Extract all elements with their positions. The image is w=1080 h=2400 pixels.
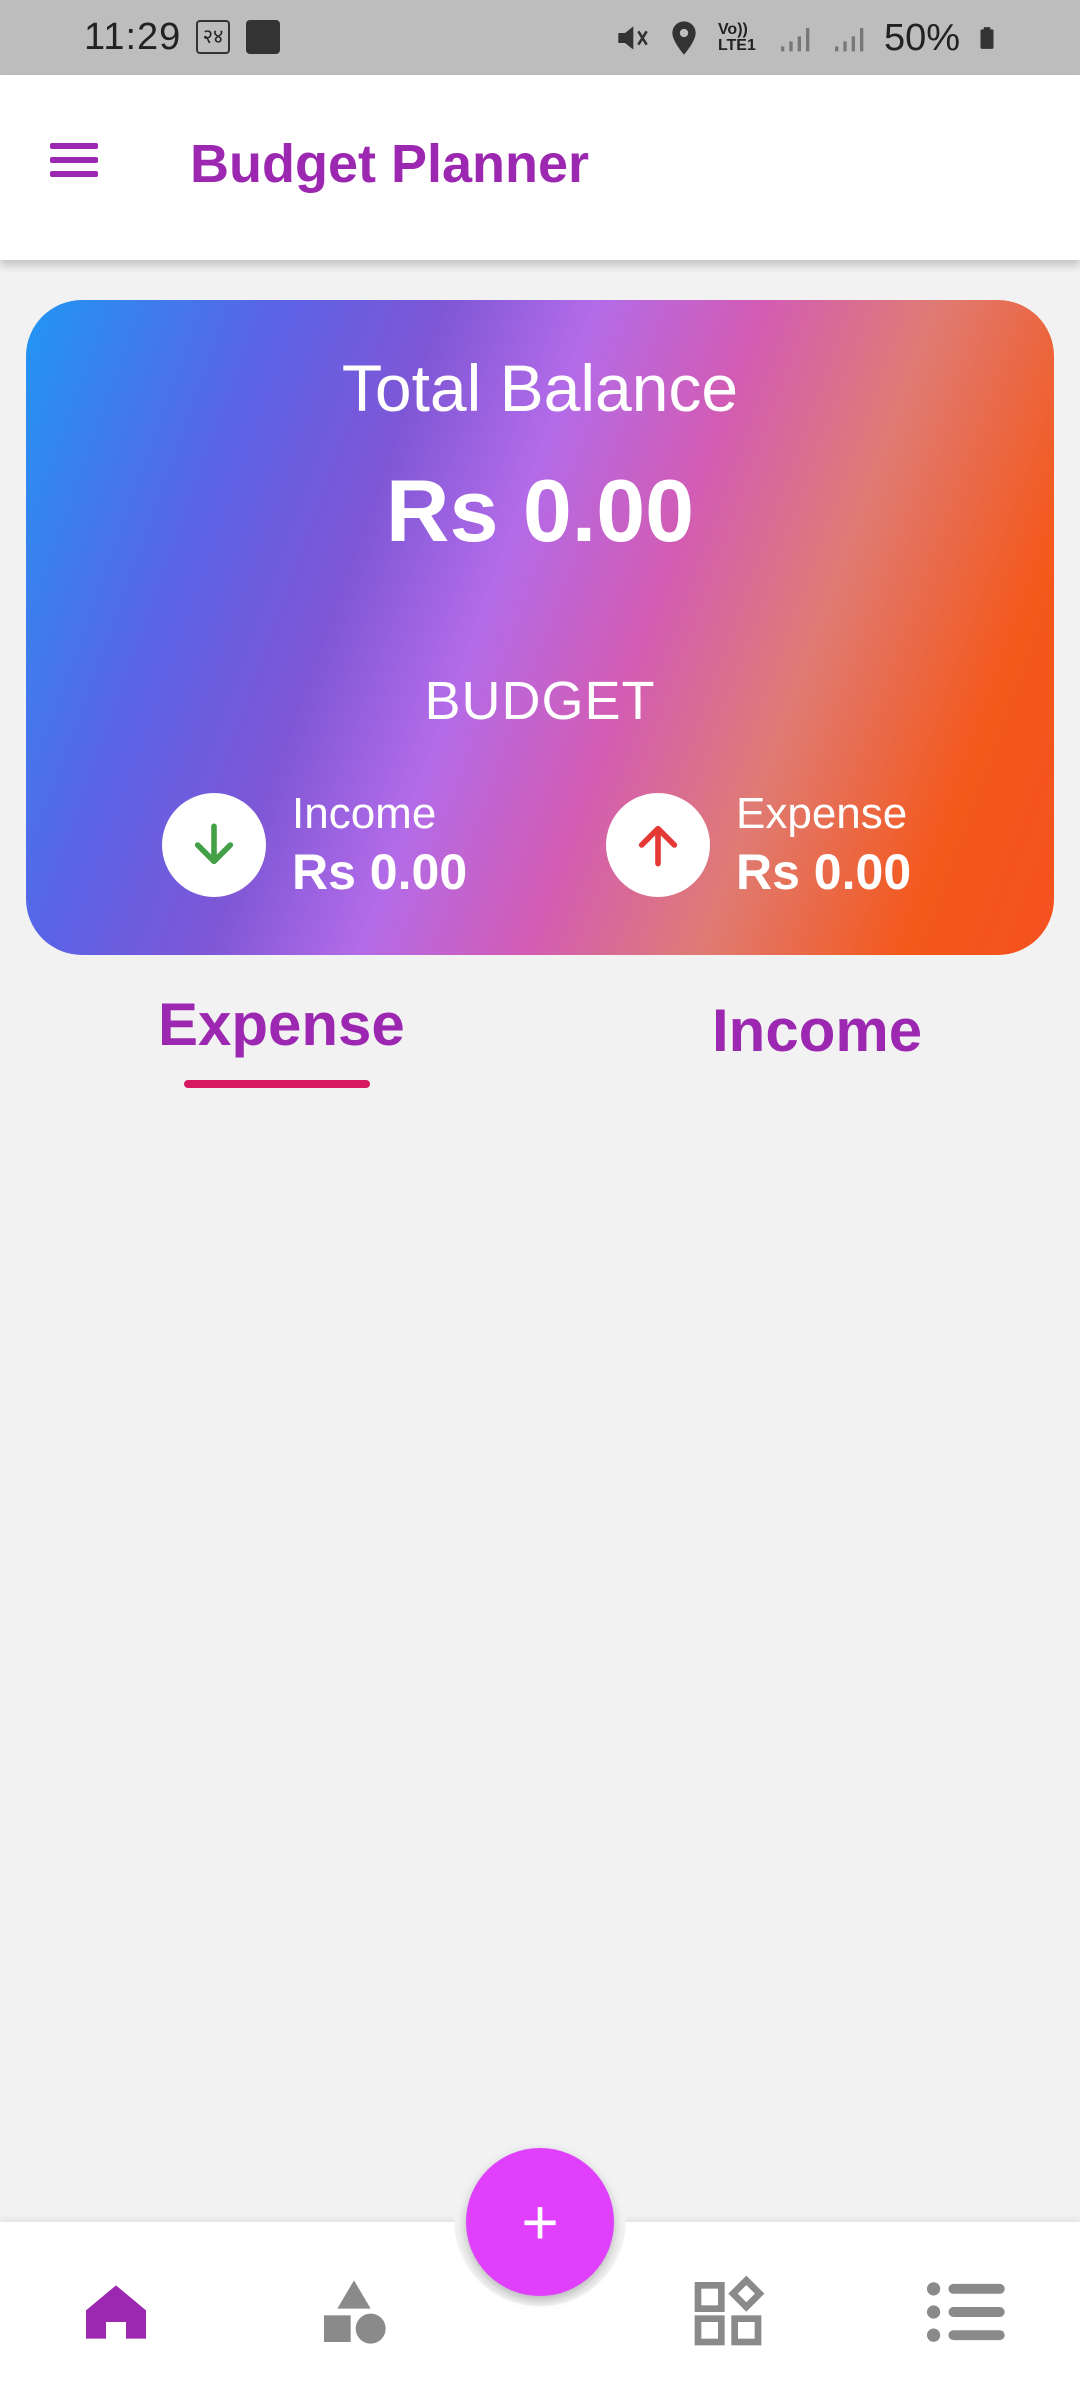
network-label: Vo)) LTE1 <box>717 21 756 54</box>
expense-summary: Expense Rs 0.00 <box>606 789 912 900</box>
mute-icon <box>618 26 648 50</box>
battery-percent: 50% <box>883 16 960 59</box>
budget-label: BUDGET <box>424 671 656 731</box>
tab-expense[interactable]: Expense <box>158 990 405 1059</box>
income-arrow-icon <box>162 793 266 897</box>
expense-arrow-icon <box>606 793 710 897</box>
expense-label: Expense <box>736 789 908 838</box>
signal-icon-2 <box>834 28 864 52</box>
carrier-badge: २४ <box>196 20 230 54</box>
tab-income[interactable]: Income <box>712 996 922 1065</box>
notification-icon <box>246 20 280 54</box>
signal-icon <box>780 28 810 52</box>
income-label: Income <box>292 789 437 838</box>
add-button[interactable]: + <box>466 2148 614 2296</box>
app-title: Budget Planner <box>190 134 590 194</box>
menu-icon[interactable] <box>44 135 104 195</box>
status-icons: Vo)) LTE1 50% <box>610 14 1000 62</box>
balance-amount: Rs 0.00 <box>385 461 695 560</box>
list-icon[interactable] <box>922 2272 1005 2352</box>
balance-title: Total Balance <box>341 351 739 425</box>
app-bar: Budget Planner <box>0 75 1080 260</box>
status-bar: 11:29 २४ Vo)) LTE1 50% <box>0 0 1080 75</box>
income-summary: Income Rs 0.00 <box>162 789 468 900</box>
expense-value: Rs 0.00 <box>736 844 912 900</box>
categories-icon[interactable] <box>314 2272 394 2352</box>
home-icon[interactable] <box>76 2272 156 2352</box>
tab-indicator <box>184 1080 370 1088</box>
widgets-icon[interactable] <box>688 2272 768 2352</box>
income-value: Rs 0.00 <box>292 844 468 900</box>
battery-icon <box>980 27 994 49</box>
location-icon <box>672 21 696 55</box>
balance-card: Total Balance Rs 0.00 BUDGET Income Rs 0… <box>26 300 1054 955</box>
status-time: 11:29 <box>84 16 182 58</box>
